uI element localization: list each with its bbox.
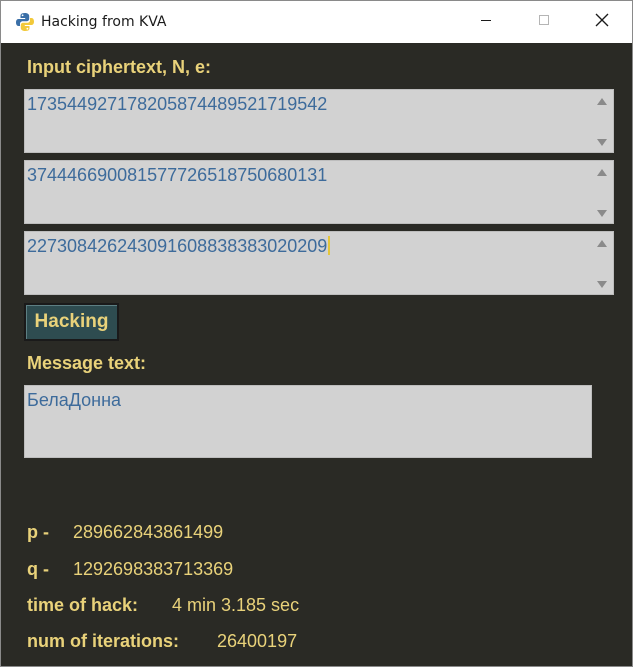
close-icon — [595, 13, 609, 32]
close-button[interactable] — [573, 1, 631, 43]
scroll-up-icon[interactable] — [597, 240, 607, 247]
scroll-up-icon[interactable] — [597, 98, 607, 105]
q-value: 1292698383713369 — [73, 559, 234, 579]
hacking-button[interactable]: Hacking — [24, 303, 119, 341]
exponent-e-field[interactable]: 227308426243091608838383020209 — [24, 231, 614, 295]
minimize-icon — [480, 13, 492, 31]
ciphertext-scrollbar[interactable] — [591, 90, 613, 152]
modulus-n-field[interactable]: 374446690081577726518750680131 — [24, 160, 614, 224]
exponent-e-value: 227308426243091608838383020209 — [27, 236, 328, 256]
scroll-down-icon[interactable] — [597, 139, 607, 146]
ciphertext-value: 173544927178205874489521719542 — [27, 94, 328, 114]
maximize-icon — [538, 13, 550, 31]
scroll-up-icon[interactable] — [597, 169, 607, 176]
time-of-hack-label: time of hack: — [27, 595, 139, 615]
app-window: Hacking from KVA Input ciphertext, N, e:… — [0, 0, 633, 667]
num-iterations-value: 26400197 — [217, 631, 298, 651]
scroll-down-icon[interactable] — [597, 210, 607, 217]
message-label: Message text: — [27, 353, 147, 373]
p-value: 289662843861499 — [73, 522, 224, 542]
maximize-button[interactable] — [515, 1, 573, 43]
ciphertext-field[interactable]: 173544927178205874489521719542 — [24, 89, 614, 153]
message-text-field[interactable]: БелаДонна — [24, 385, 592, 458]
p-label: p - — [27, 522, 49, 542]
text-cursor — [328, 236, 331, 255]
modulus-n-scrollbar[interactable] — [591, 161, 613, 223]
message-text-value: БелаДонна — [27, 390, 122, 410]
input-label: Input ciphertext, N, e: — [27, 57, 212, 77]
exponent-e-scrollbar[interactable] — [591, 232, 613, 294]
title-bar[interactable]: Hacking from KVA — [1, 1, 632, 43]
modulus-n-value: 374446690081577726518750680131 — [27, 165, 328, 185]
minimize-button[interactable] — [457, 1, 515, 43]
window-title: Hacking from KVA — [41, 14, 167, 30]
scroll-down-icon[interactable] — [597, 281, 607, 288]
python-icon — [15, 12, 35, 32]
time-of-hack-value: 4 min 3.185 sec — [172, 595, 300, 615]
num-iterations-label: num of iterations: — [27, 631, 179, 651]
q-label: q - — [27, 559, 49, 579]
